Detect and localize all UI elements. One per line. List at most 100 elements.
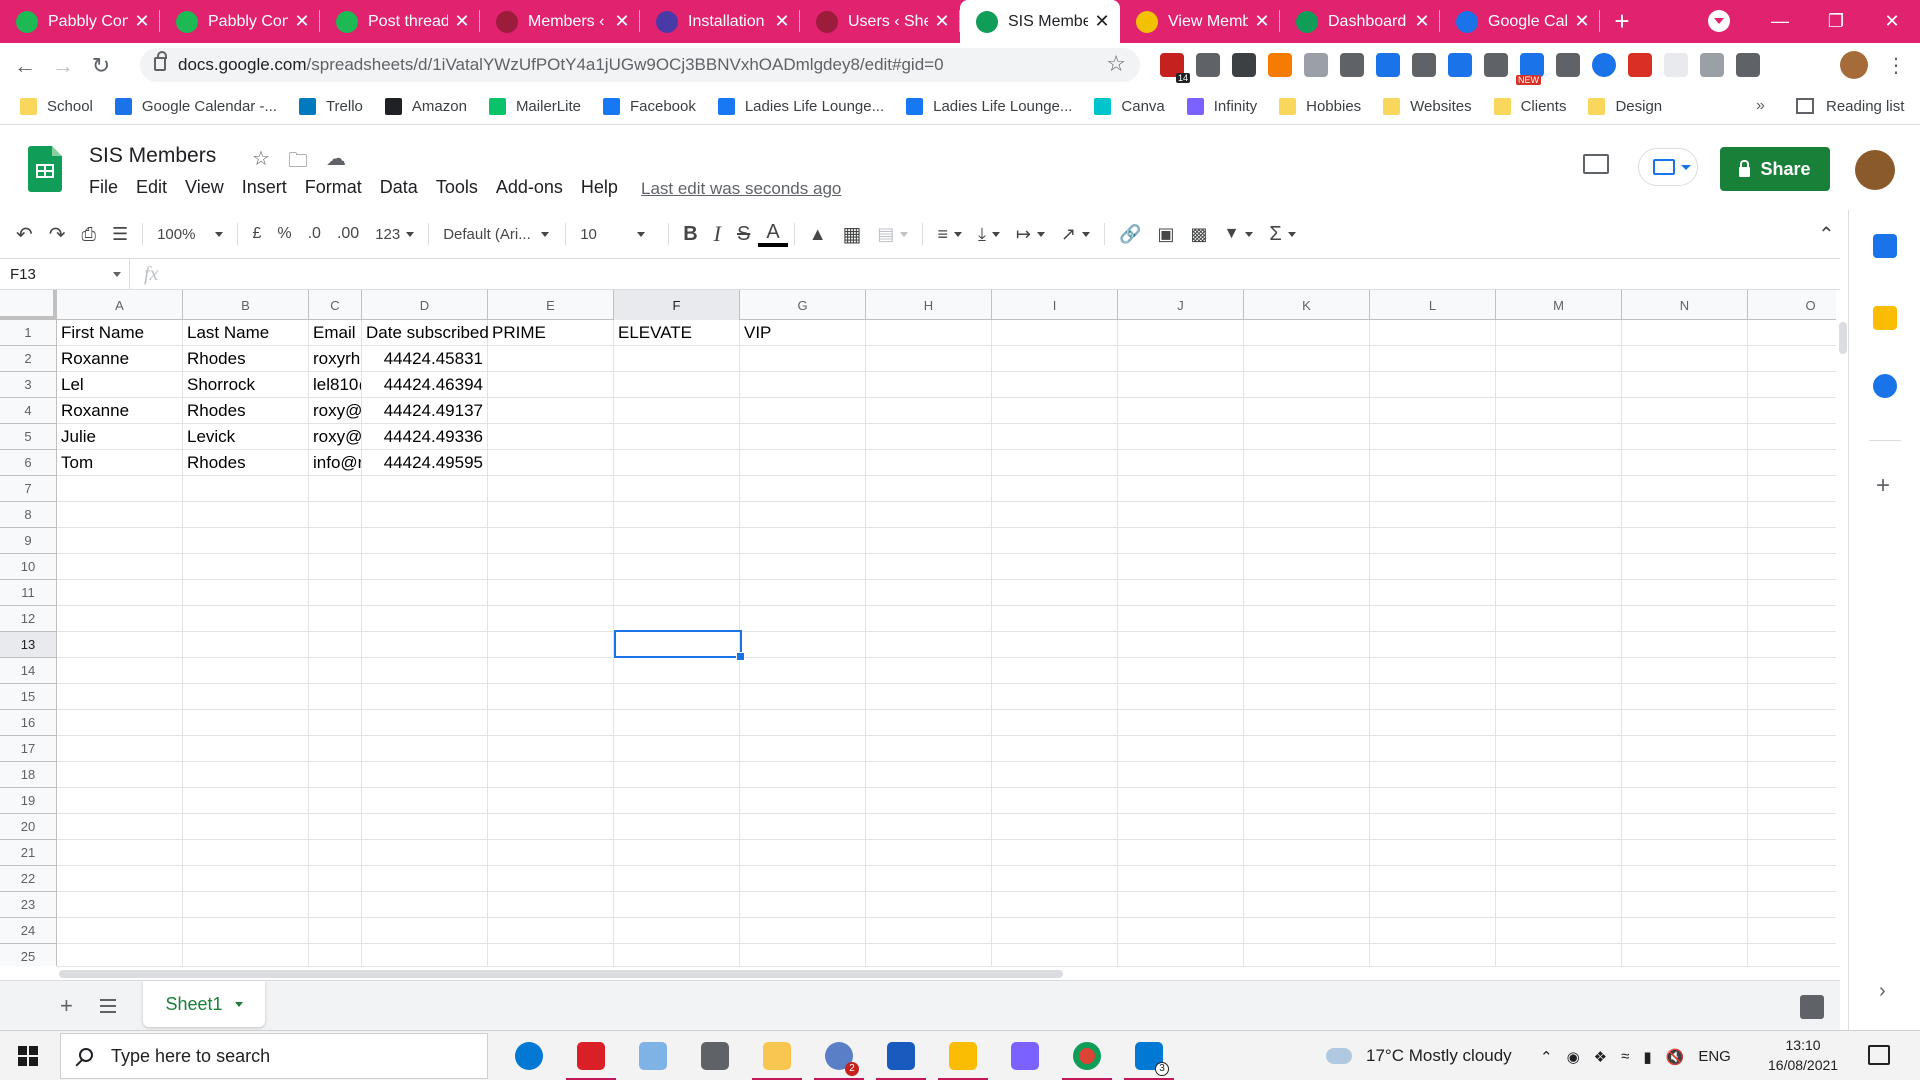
cell-K24[interactable]: [1244, 918, 1370, 944]
cell-O6[interactable]: [1748, 450, 1836, 476]
cell-H10[interactable]: [866, 554, 992, 580]
cell-E18[interactable]: [488, 762, 614, 788]
add-sheet-icon[interactable]: +: [60, 993, 73, 1019]
cell-E21[interactable]: [488, 840, 614, 866]
row-header[interactable]: 20: [0, 814, 56, 840]
menu-edit[interactable]: Edit: [136, 177, 167, 198]
bookmark-item[interactable]: Design: [1588, 97, 1662, 115]
cell-A6[interactable]: Tom: [57, 450, 183, 476]
new-tab-button[interactable]: +: [1600, 6, 1644, 37]
taskbar-app-purple[interactable]: [994, 1031, 1056, 1080]
bookmark-item[interactable]: Ladies Life Lounge...: [906, 97, 1072, 115]
cell-F8[interactable]: [614, 502, 740, 528]
cell-E11[interactable]: [488, 580, 614, 606]
cell-I17[interactable]: [992, 736, 1118, 762]
cell-D2[interactable]: 44424.45831: [362, 346, 488, 372]
cell-F17[interactable]: [614, 736, 740, 762]
paint-format-icon[interactable]: ☰: [104, 219, 136, 249]
bookmark-item[interactable]: Clients: [1493, 97, 1566, 115]
browser-tab[interactable]: Pabbly Conn ✕: [0, 0, 160, 43]
cell-O18[interactable]: [1748, 762, 1836, 788]
cell-E7[interactable]: [488, 476, 614, 502]
cell-I18[interactable]: [992, 762, 1118, 788]
functions-icon[interactable]: Σ: [1261, 219, 1303, 249]
cell-A3[interactable]: Lel: [57, 372, 183, 398]
cell-F12[interactable]: [614, 606, 740, 632]
tab-search-icon[interactable]: [1708, 10, 1730, 32]
cell-K7[interactable]: [1244, 476, 1370, 502]
italic-button[interactable]: I: [706, 219, 729, 249]
cell-H17[interactable]: [866, 736, 992, 762]
cell-B25[interactable]: [183, 944, 309, 966]
cell-J12[interactable]: [1118, 606, 1244, 632]
cell-J15[interactable]: [1118, 684, 1244, 710]
wifi-icon[interactable]: ≈: [1621, 1048, 1629, 1066]
cell-E3[interactable]: [488, 372, 614, 398]
cloud-status-icon[interactable]: ☁: [326, 146, 346, 180]
cell-D10[interactable]: [362, 554, 488, 580]
cell-F1[interactable]: ELEVATE: [614, 320, 740, 346]
cell-H1[interactable]: [866, 320, 992, 346]
column-header[interactable]: O: [1748, 290, 1836, 320]
cell-G23[interactable]: [740, 892, 866, 918]
cell-N4[interactable]: [1622, 398, 1748, 424]
cell-J10[interactable]: [1118, 554, 1244, 580]
cell-M7[interactable]: [1496, 476, 1622, 502]
cell-O24[interactable]: [1748, 918, 1836, 944]
row-header[interactable]: 18: [0, 762, 56, 788]
text-wrap-icon[interactable]: ↦: [1008, 219, 1053, 249]
cell-H22[interactable]: [866, 866, 992, 892]
close-tab-icon[interactable]: ✕: [774, 11, 790, 32]
merge-cells-icon[interactable]: ▤: [869, 219, 916, 249]
cell-C11[interactable]: [309, 580, 362, 606]
cell-G8[interactable]: [740, 502, 866, 528]
cell-M4[interactable]: [1496, 398, 1622, 424]
cell-H24[interactable]: [866, 918, 992, 944]
cell-M3[interactable]: [1496, 372, 1622, 398]
cell-E9[interactable]: [488, 528, 614, 554]
browser-tab[interactable]: Installation ✕: [640, 0, 800, 43]
cell-B12[interactable]: [183, 606, 309, 632]
cell-E19[interactable]: [488, 788, 614, 814]
cell-O7[interactable]: [1748, 476, 1836, 502]
chat-extension-icon[interactable]: [1412, 53, 1436, 77]
cell-H21[interactable]: [866, 840, 992, 866]
chevron-down-icon[interactable]: [234, 1001, 243, 1007]
cell-E2[interactable]: [488, 346, 614, 372]
taskbar-app-paint[interactable]: [622, 1031, 684, 1080]
cell-M5[interactable]: [1496, 424, 1622, 450]
insert-link-icon[interactable]: 🔗: [1111, 219, 1149, 249]
cell-D23[interactable]: [362, 892, 488, 918]
cell-I4[interactable]: [992, 398, 1118, 424]
currency-format-button[interactable]: £: [244, 219, 269, 249]
cell-L22[interactable]: [1370, 866, 1496, 892]
cell-E23[interactable]: [488, 892, 614, 918]
cell-M22[interactable]: [1496, 866, 1622, 892]
pdf-extension-icon[interactable]: [1628, 53, 1652, 77]
cell-G24[interactable]: [740, 918, 866, 944]
row-header[interactable]: 19: [0, 788, 56, 814]
browser-tab[interactable]: Users ‹ She ✕: [800, 0, 960, 43]
cell-J8[interactable]: [1118, 502, 1244, 528]
cell-J7[interactable]: [1118, 476, 1244, 502]
browser-tab[interactable]: Members ‹ ✕: [480, 0, 640, 43]
cell-H11[interactable]: [866, 580, 992, 606]
menu-view[interactable]: View: [185, 177, 224, 198]
cell-K13[interactable]: [1244, 632, 1370, 658]
back-icon[interactable]: ←: [6, 53, 44, 79]
horizontal-align-icon[interactable]: ≡: [929, 219, 970, 249]
cell-E24[interactable]: [488, 918, 614, 944]
bookmark-item[interactable]: Hobbies: [1279, 97, 1361, 115]
cell-K1[interactable]: [1244, 320, 1370, 346]
board-extension-icon[interactable]: [1556, 53, 1580, 77]
cell-I24[interactable]: [992, 918, 1118, 944]
cell-K11[interactable]: [1244, 580, 1370, 606]
cell-H7[interactable]: [866, 476, 992, 502]
cell-B17[interactable]: [183, 736, 309, 762]
cell-N21[interactable]: [1622, 840, 1748, 866]
cell-D12[interactable]: [362, 606, 488, 632]
cell-E13[interactable]: [488, 632, 614, 658]
cell-N6[interactable]: [1622, 450, 1748, 476]
menu-format[interactable]: Format: [305, 177, 362, 198]
cell-J22[interactable]: [1118, 866, 1244, 892]
